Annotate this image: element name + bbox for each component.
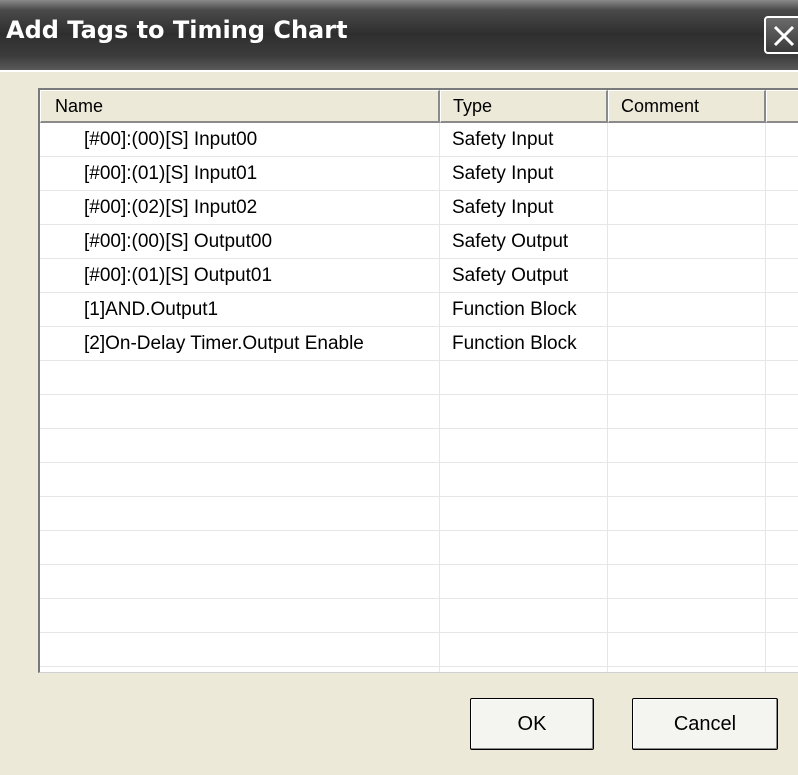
list-row[interactable]: [#00]:(01)[S] Output01 Safety Output — [40, 259, 798, 293]
ok-button[interactable]: OK — [470, 698, 594, 750]
list-row[interactable]: [#00]:(00)[S] Input00 Safety Input — [40, 123, 798, 157]
cell-name: [#00]:(00)[S] Output00 — [84, 231, 273, 252]
cell-type: Safety Input — [452, 197, 554, 218]
title-separator — [0, 70, 798, 72]
cell-type: Function Block — [452, 333, 577, 354]
list-row[interactable] — [40, 633, 798, 667]
cell-type: Safety Input — [452, 129, 554, 150]
cell-name: [2]On-Delay Timer.Output Enable — [84, 333, 364, 354]
cell-type: Safety Input — [452, 163, 554, 184]
dialog-title: Add Tags to Timing Chart — [6, 16, 348, 44]
cell-name: [#00]:(01)[S] Input01 — [84, 163, 258, 184]
list-row[interactable] — [40, 463, 798, 497]
tags-list[interactable]: Name Type Comment [#00]:(00)[S] Input00 S… — [38, 88, 798, 673]
close-button[interactable] — [764, 16, 798, 54]
column-header-comment[interactable]: Comment — [608, 90, 766, 123]
list-row[interactable]: [#00]:(00)[S] Output00 Safety Output — [40, 225, 798, 259]
list-row[interactable]: [2]On-Delay Timer.Output Enable Function … — [40, 327, 798, 361]
list-row[interactable]: [#00]:(02)[S] Input02 Safety Input — [40, 191, 798, 225]
column-header-filler — [766, 90, 798, 123]
add-tags-dialog: Add Tags to Timing Chart Name Type Comme… — [0, 0, 798, 775]
list-row[interactable] — [40, 565, 798, 599]
column-header-type[interactable]: Type — [440, 90, 608, 123]
cell-type: Function Block — [452, 299, 577, 320]
cancel-button[interactable]: Cancel — [632, 698, 778, 750]
list-row[interactable] — [40, 395, 798, 429]
cell-type: Safety Output — [452, 265, 569, 286]
cell-type: Safety Output — [452, 231, 569, 252]
title-bar[interactable]: Add Tags to Timing Chart — [0, 0, 798, 70]
list-row[interactable]: [1]AND.Output1 Function Block — [40, 293, 798, 327]
cell-name: [#00]:(01)[S] Output01 — [84, 265, 273, 286]
cell-name: [#00]:(00)[S] Input00 — [84, 129, 258, 150]
list-row[interactable] — [40, 599, 798, 633]
cell-name: [1]AND.Output1 — [84, 299, 219, 320]
column-header-name[interactable]: Name — [40, 90, 440, 123]
list-row[interactable] — [40, 429, 798, 463]
list-row[interactable] — [40, 497, 798, 531]
list-row[interactable]: [#00]:(01)[S] Input01 Safety Input — [40, 157, 798, 191]
list-rows: [#00]:(00)[S] Input00 Safety Input [#00]:(… — [40, 123, 798, 667]
cell-name: [#00]:(02)[S] Input02 — [84, 197, 258, 218]
close-x-icon — [773, 25, 795, 47]
list-row[interactable] — [40, 361, 798, 395]
list-row[interactable] — [40, 531, 798, 565]
list-header: Name Type Comment — [40, 90, 798, 123]
